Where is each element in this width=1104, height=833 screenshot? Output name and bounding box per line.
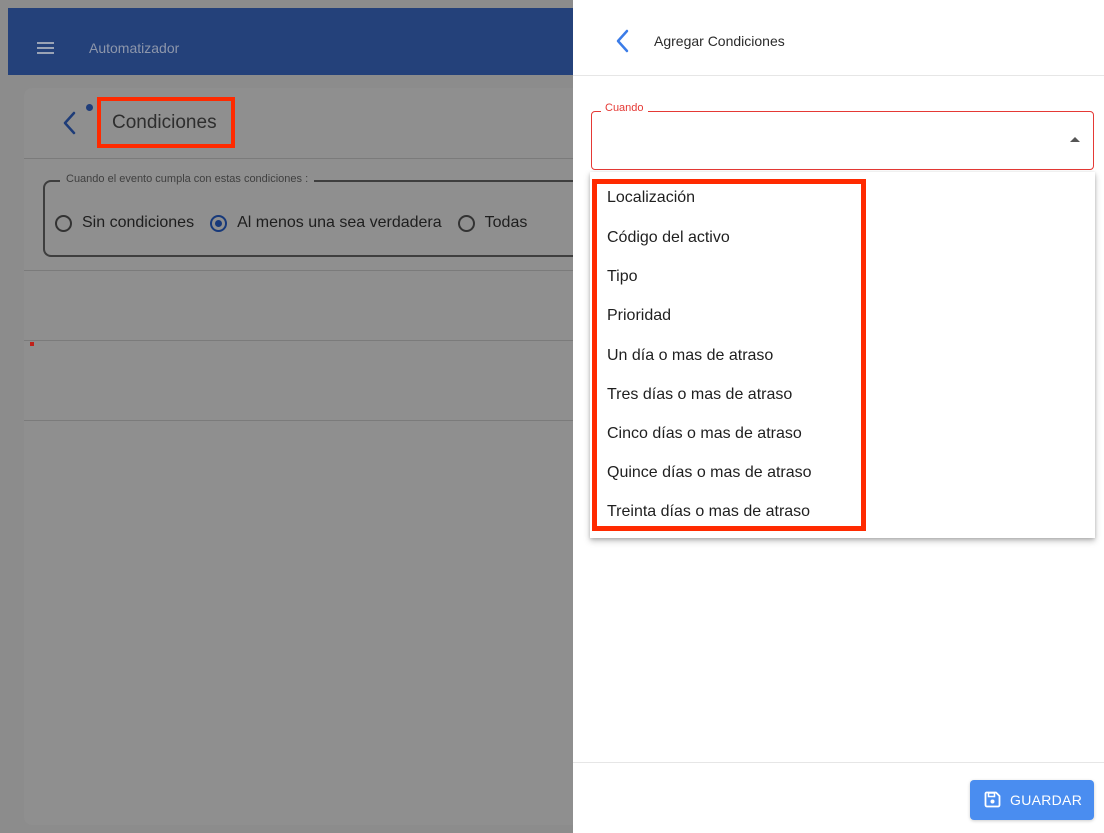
cuando-dropdown-menu: Localización Código del activo Tipo Prio… <box>590 172 1095 538</box>
hamburger-menu-icon[interactable] <box>37 42 54 55</box>
cuando-select-label: Cuando <box>601 102 648 114</box>
unsaved-indicator-dot <box>86 104 93 111</box>
chevron-left-icon[interactable] <box>615 29 629 53</box>
panel-footer-divider <box>573 762 1104 763</box>
menu-item[interactable]: Tipo <box>607 259 867 295</box>
divider <box>24 340 573 341</box>
menu-item[interactable]: Tres días o mas de atraso <box>607 377 867 413</box>
indicator-dot <box>30 342 34 346</box>
divider <box>24 270 573 271</box>
menu-item[interactable]: Prioridad <box>607 298 867 334</box>
save-button-label: GUARDAR <box>1010 792 1083 808</box>
menu-item[interactable]: Treinta días o mas de atraso <box>607 494 867 530</box>
chevron-left-icon[interactable] <box>62 111 76 135</box>
divider <box>24 420 573 421</box>
radio-todas[interactable] <box>457 214 475 232</box>
conditions-legend: Cuando el evento cumpla con estas condic… <box>60 173 315 185</box>
app-top-bar: Automatizador <box>8 8 573 75</box>
menu-item[interactable]: Código del activo <box>607 220 867 256</box>
app-title: Automatizador <box>89 40 180 56</box>
radio-al-menos-una[interactable] <box>210 214 228 232</box>
conditions-radio-group: Sin condiciones Al menos una sea verdade… <box>55 210 543 236</box>
menu-item[interactable]: Cinco días o mas de atraso <box>607 416 867 452</box>
cuando-select[interactable] <box>591 111 1094 170</box>
radio-label: Todas <box>484 214 528 231</box>
radio-label: Al menos una sea verdadera <box>237 214 442 231</box>
caret-up-icon[interactable] <box>1070 137 1080 142</box>
title-highlight-box <box>97 97 235 148</box>
add-conditions-panel: Agregar Condiciones Cuando Localización … <box>573 0 1104 833</box>
save-button[interactable]: GUARDAR <box>970 780 1094 820</box>
panel-title: Agregar Condiciones <box>654 33 785 49</box>
menu-item[interactable]: Un día o mas de atraso <box>607 338 867 374</box>
radio-sin-condiciones[interactable] <box>55 214 72 232</box>
floppy-disk-icon <box>984 791 1001 808</box>
menu-item[interactable]: Quince días o mas de atraso <box>607 455 867 491</box>
divider <box>24 158 573 159</box>
radio-label: Sin condiciones <box>82 214 195 231</box>
panel-header <box>573 0 1104 76</box>
menu-item[interactable]: Localización <box>607 180 867 216</box>
